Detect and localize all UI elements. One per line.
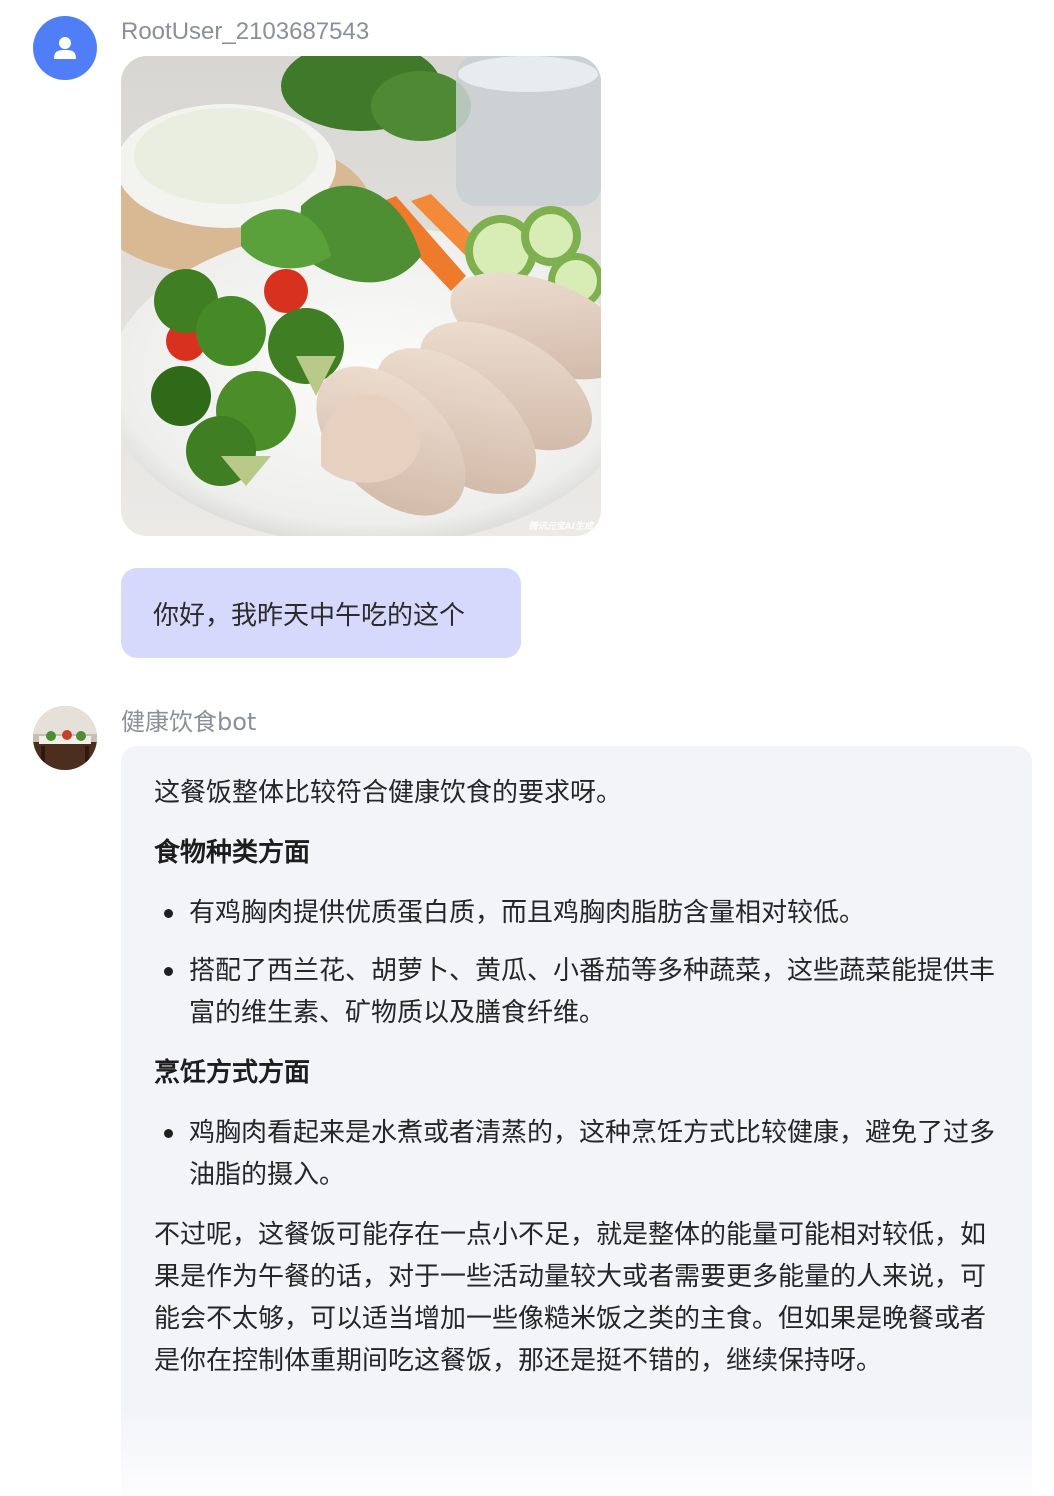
cooking-method-list: 鸡胸肉看起来是水煮或者清蒸的，这种烹饪方式比较健康，避免了过多油脂的摄入。 <box>154 1112 1000 1196</box>
list-item: 鸡胸肉看起来是水煮或者清蒸的，这种烹饪方式比较健康，避免了过多油脂的摄入。 <box>154 1112 1000 1196</box>
user-message-bubble: 你好，我昨天中午吃的这个 <box>121 568 521 658</box>
list-item: 搭配了西兰花、胡萝卜、黄瓜、小番茄等多种蔬菜，这些蔬菜能提供丰富的维生素、矿物质… <box>154 950 1000 1034</box>
list-item: 有鸡胸肉提供优质蛋白质，而且鸡胸肉脂肪含量相对较低。 <box>154 892 1000 934</box>
image-watermark: 腾讯元宝AI生成 <box>528 522 593 532</box>
bot-intro-text: 这餐饭整体比较符合健康饮食的要求呀。 <box>154 778 623 808</box>
uploaded-meal-image[interactable]: 腾讯元宝AI生成 <box>121 56 601 536</box>
food-types-list: 有鸡胸肉提供优质蛋白质，而且鸡胸肉脂肪含量相对较低。 搭配了西兰花、胡萝卜、黄瓜… <box>154 892 1000 1034</box>
bottom-fade-overlay <box>121 1406 1032 1496</box>
bot-avatar-image <box>33 706 97 770</box>
bot-avatar[interactable] <box>33 706 97 770</box>
user-name: RootUser_2103687543 <box>121 18 370 45</box>
person-icon <box>54 37 76 59</box>
bot-conclusion-text: 不过呢，这餐饭可能存在一点小不足，就是整体的能量可能相对较低，如果是作为午餐的话… <box>154 1220 987 1376</box>
user-message-text: 你好，我昨天中午吃的这个 <box>153 600 466 631</box>
user-avatar[interactable] <box>33 16 97 80</box>
section-heading-cooking-method: 烹饪方式方面 <box>154 1058 311 1088</box>
bot-name: 健康饮食bot <box>121 708 257 736</box>
bot-message-bubble: 这餐饭整体比较符合健康饮食的要求呀。 食物种类方面 有鸡胸肉提供优质蛋白质，而且… <box>121 746 1032 1496</box>
section-heading-food-types: 食物种类方面 <box>154 838 311 868</box>
meal-photo-illustration <box>121 56 601 536</box>
